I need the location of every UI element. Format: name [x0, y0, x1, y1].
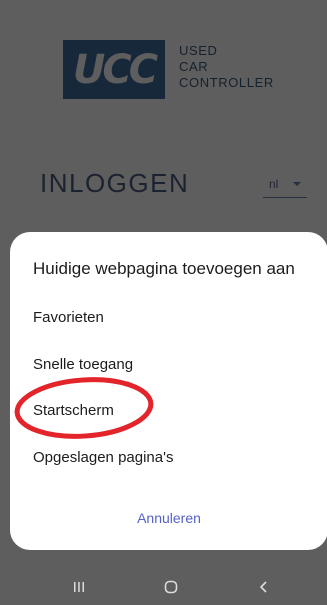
- ucc-logo: UCC USED CAR CONTROLLER: [63, 40, 274, 99]
- logo-mark: UCC: [63, 40, 165, 99]
- logo-line-controller: CONTROLLER: [179, 75, 274, 90]
- recent-apps-icon[interactable]: [64, 576, 94, 598]
- menu-item-favorites[interactable]: Favorieten: [33, 309, 104, 326]
- home-icon[interactable]: [156, 576, 186, 598]
- menu-item-saved-pages[interactable]: Opgeslagen pagina's: [33, 449, 173, 466]
- language-select[interactable]: nl: [263, 173, 307, 198]
- language-value: nl: [269, 177, 279, 191]
- chevron-down-icon: [293, 182, 301, 186]
- menu-item-home-screen[interactable]: Startscherm: [33, 402, 114, 419]
- logo-line-used: USED: [179, 43, 218, 58]
- login-title: INLOGGEN: [40, 168, 190, 198]
- menu-item-quick-access[interactable]: Snelle toegang: [33, 356, 133, 373]
- logo-line-car: CAR: [179, 59, 209, 74]
- cancel-button[interactable]: Annuleren: [10, 510, 327, 526]
- back-icon[interactable]: [249, 576, 279, 598]
- android-navigation-bar: [0, 568, 327, 605]
- add-page-bottom-sheet: Huidige webpagina toevoegen aan Favoriet…: [10, 232, 327, 550]
- logo-text: USED CAR CONTROLLER: [179, 43, 274, 91]
- sheet-title: Huidige webpagina toevoegen aan: [33, 259, 295, 278]
